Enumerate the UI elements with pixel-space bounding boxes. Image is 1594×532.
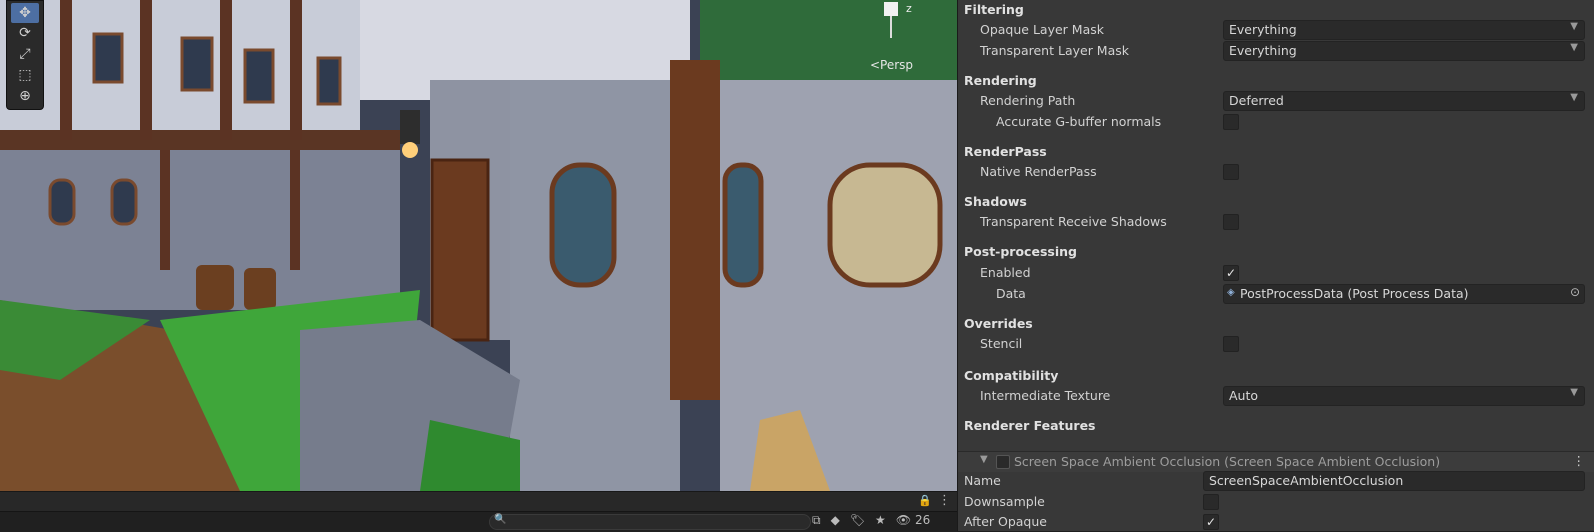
after-opaque-label: After Opaque bbox=[964, 514, 1047, 529]
move-tool-icon[interactable]: ✥ bbox=[11, 3, 39, 23]
scene-toolbox: ✥ ⟳ ⤢ ⬚ ⊕ bbox=[6, 0, 44, 110]
post-process-data-value: PostProcessData (Post Process Data) bbox=[1240, 286, 1469, 301]
scale-tool-icon[interactable]: ⤢ bbox=[11, 44, 39, 64]
transparent-layer-mask-label: Transparent Layer Mask bbox=[980, 43, 1129, 58]
feature-enabled-checkbox[interactable] bbox=[996, 455, 1010, 469]
compatibility-header: Compatibility bbox=[964, 368, 1059, 383]
native-renderpass-label: Native RenderPass bbox=[980, 164, 1097, 179]
gbuffer-normals-label: Accurate G-buffer normals bbox=[996, 114, 1162, 129]
intermediate-texture-label: Intermediate Texture bbox=[980, 388, 1111, 403]
kebab-menu-icon[interactable]: ⋮ bbox=[938, 493, 951, 508]
hidden-count: 26 bbox=[915, 513, 931, 527]
asset-icon[interactable]: ⧉ bbox=[812, 513, 821, 528]
overrides-header: Overrides bbox=[964, 316, 1033, 331]
scene-footer: 🔒 ⋮ bbox=[0, 491, 957, 512]
feature-name-input[interactable]: ScreenSpaceAmbientOcclusion bbox=[1203, 471, 1585, 491]
transparent-receive-shadows-label: Transparent Receive Shadows bbox=[980, 214, 1167, 229]
feature-name-label: Name bbox=[964, 473, 1001, 488]
transparent-layer-mask-value: Everything bbox=[1229, 43, 1297, 58]
rendering-path-label: Rendering Path bbox=[980, 93, 1076, 108]
transparent-layer-mask-dropdown[interactable]: Everything ▼ bbox=[1223, 41, 1585, 61]
rendering-header: Rendering bbox=[964, 73, 1037, 88]
opaque-layer-mask-dropdown[interactable]: Everything ▼ bbox=[1223, 20, 1585, 40]
intermediate-texture-dropdown[interactable]: Auto ▼ bbox=[1223, 386, 1585, 406]
lock-icon[interactable]: 🔒 bbox=[918, 494, 932, 507]
after-opaque-checkbox[interactable]: ✓ bbox=[1203, 514, 1219, 530]
inspector-panel: Filtering Opaque Layer Mask Everything ▼… bbox=[957, 0, 1594, 531]
search-icon: 🔍 bbox=[494, 514, 507, 525]
downsample-label: Downsample bbox=[964, 494, 1045, 509]
orientation-gizmo[interactable]: z bbox=[862, 0, 922, 44]
object-picker-icon[interactable]: ⊙ bbox=[1570, 285, 1580, 299]
renderer-features-header: Renderer Features bbox=[964, 418, 1096, 433]
tag-icon[interactable]: 🏷 bbox=[850, 513, 865, 528]
stencil-checkbox[interactable] bbox=[1223, 336, 1239, 352]
bottom-icon-group: ⧉ ◆ 🏷 ★ 👁 26 bbox=[812, 513, 930, 528]
foldout-triangle-icon[interactable]: ▼ bbox=[980, 454, 988, 465]
rotate-tool-icon[interactable]: ⟳ bbox=[11, 23, 39, 43]
opaque-layer-mask-label: Opaque Layer Mask bbox=[980, 22, 1104, 37]
chevron-down-icon: ▼ bbox=[1570, 21, 1578, 32]
gizmo-axis-stem bbox=[890, 16, 892, 38]
shapes-icon[interactable]: ◆ bbox=[831, 513, 840, 528]
transform-tool-icon[interactable]: ⊕ bbox=[11, 86, 39, 106]
post-processing-enabled-checkbox[interactable]: ✓ bbox=[1223, 265, 1239, 281]
star-icon[interactable]: ★ bbox=[875, 513, 886, 528]
renderer-feature-title: Screen Space Ambient Occlusion (Screen S… bbox=[1014, 454, 1441, 469]
post-processing-data-label: Data bbox=[996, 286, 1026, 301]
post-process-data-field[interactable]: ◈ PostProcessData (Post Process Data) ⊙ bbox=[1223, 284, 1585, 304]
chevron-down-icon: ▼ bbox=[1570, 92, 1578, 103]
scene-view[interactable]: ✥ ⟳ ⤢ ⬚ ⊕ z <Persp bbox=[0, 0, 957, 491]
shadows-header: Shadows bbox=[964, 194, 1027, 209]
renderer-feature-header-bar[interactable]: ▼ Screen Space Ambient Occlusion (Screen… bbox=[958, 451, 1594, 472]
gbuffer-normals-checkbox[interactable] bbox=[1223, 114, 1239, 130]
search-input[interactable]: 🔍 bbox=[489, 514, 811, 530]
feature-name-value: ScreenSpaceAmbientOcclusion bbox=[1209, 473, 1404, 488]
bottom-toolbar: 🔍 ⧉ ◆ 🏷 ★ 👁 26 bbox=[0, 511, 957, 532]
chevron-down-icon: ▼ bbox=[1570, 387, 1578, 398]
post-processing-enabled-label: Enabled bbox=[980, 265, 1031, 280]
scene-render bbox=[0, 0, 957, 491]
filtering-header: Filtering bbox=[964, 2, 1024, 17]
rendering-path-value: Deferred bbox=[1229, 93, 1284, 108]
transparent-receive-shadows-checkbox[interactable] bbox=[1223, 214, 1239, 230]
rect-tool-icon[interactable]: ⬚ bbox=[11, 65, 39, 85]
renderpass-header: RenderPass bbox=[964, 144, 1047, 159]
gizmo-axis-label: z bbox=[906, 2, 912, 15]
post-processing-header: Post-processing bbox=[964, 244, 1077, 259]
perspective-label[interactable]: <Persp bbox=[870, 58, 913, 72]
downsample-checkbox[interactable] bbox=[1203, 494, 1219, 510]
stencil-label: Stencil bbox=[980, 336, 1023, 351]
native-renderpass-checkbox[interactable] bbox=[1223, 164, 1239, 180]
gizmo-cube-icon[interactable] bbox=[884, 2, 898, 16]
intermediate-texture-value: Auto bbox=[1229, 388, 1259, 403]
opaque-layer-mask-value: Everything bbox=[1229, 22, 1297, 37]
rendering-path-dropdown[interactable]: Deferred ▼ bbox=[1223, 91, 1585, 111]
post-process-data-icon: ◈ bbox=[1227, 287, 1235, 298]
chevron-down-icon: ▼ bbox=[1570, 42, 1578, 53]
hidden-eye-icon[interactable]: 👁 bbox=[896, 513, 911, 528]
kebab-menu-icon[interactable]: ⋮ bbox=[1573, 453, 1586, 468]
